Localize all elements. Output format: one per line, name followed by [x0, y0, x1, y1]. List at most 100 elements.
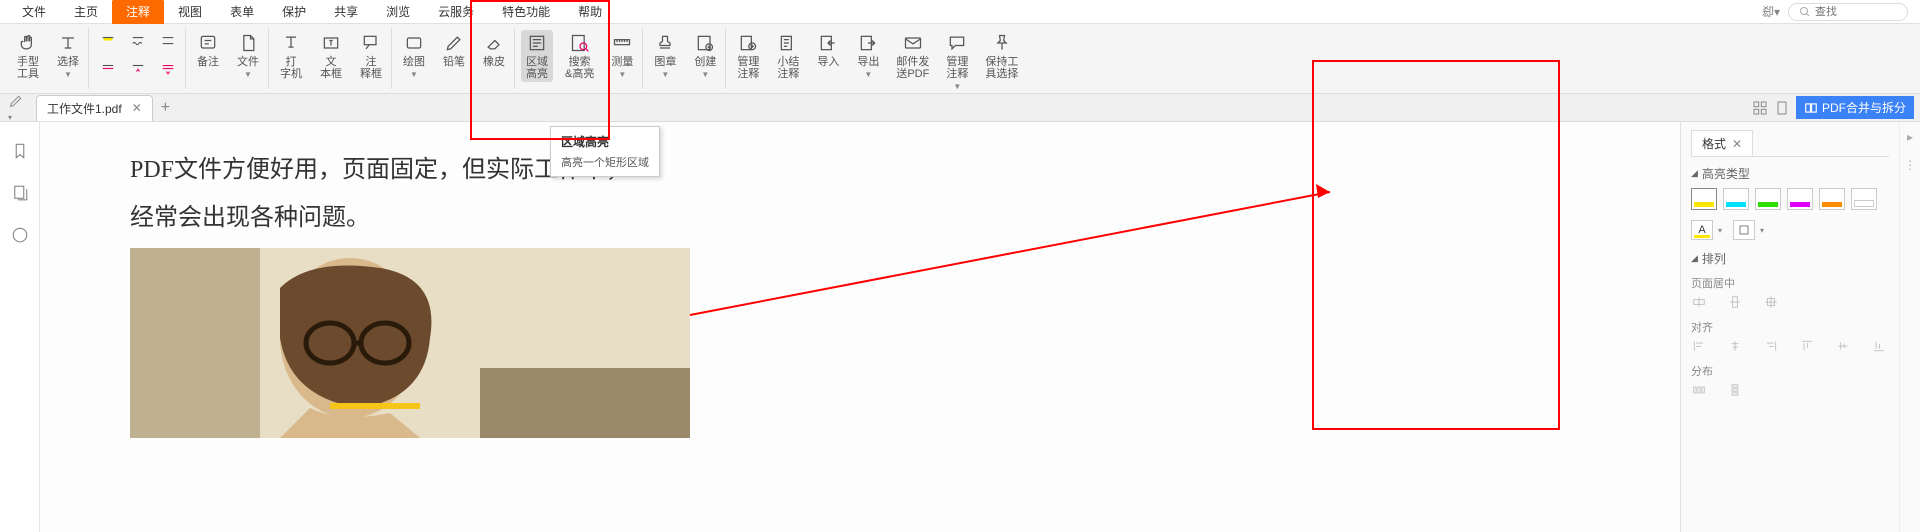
summary-notes-button[interactable]: 小结 注释	[772, 30, 804, 82]
callout-label: 注 释框	[360, 56, 382, 80]
textbox-button[interactable]: 文 本框	[315, 30, 347, 82]
format-tab[interactable]: 格式 ✕	[1691, 130, 1753, 156]
search-box[interactable]	[1788, 3, 1908, 21]
callout-icon	[360, 32, 382, 54]
mail-pdf-button[interactable]: 邮件发 送PDF	[892, 30, 933, 82]
import-button[interactable]: 导入	[812, 30, 844, 70]
swatch-magenta[interactable]	[1787, 188, 1813, 210]
language-icon[interactable]: 㕁▾	[1762, 3, 1780, 20]
callout-button[interactable]: 注 释框	[355, 30, 387, 82]
close-panel-icon[interactable]: ✕	[1732, 137, 1742, 151]
pages-icon[interactable]	[11, 184, 29, 202]
comment-icon[interactable]	[11, 226, 29, 244]
new-tab-button[interactable]: +	[161, 99, 170, 117]
center-v-icon[interactable]	[1727, 295, 1745, 311]
measure-button[interactable]: 测量▼	[606, 30, 638, 83]
manage-tools-label: 管理 注释	[946, 56, 968, 80]
draw-label: 绘图	[403, 56, 425, 68]
eraser-button[interactable]: 橡皮	[478, 30, 510, 70]
edit-mode-icon[interactable]: ▾	[8, 93, 28, 123]
pencil-icon	[443, 32, 465, 54]
panel-vertical-rail: ▸ ⋮	[1899, 122, 1920, 532]
swatch-yellow[interactable]	[1691, 188, 1717, 210]
eraser-icon	[483, 32, 505, 54]
tooltip-body: 高亮一个矩形区域	[561, 154, 649, 170]
swatch-cyan[interactable]	[1723, 188, 1749, 210]
squiggly-mini-button[interactable]	[125, 30, 151, 54]
highlight-mini-button[interactable]	[95, 30, 121, 54]
note-icon	[197, 32, 219, 54]
rectangle-icon	[403, 32, 425, 54]
hand-tool-button[interactable]: 手型 工具	[12, 30, 44, 82]
note-button[interactable]: 备注	[192, 30, 224, 70]
import-icon	[817, 32, 839, 54]
align-center-h-icon[interactable]	[1727, 339, 1745, 355]
align-left-icon[interactable]	[1691, 339, 1709, 355]
center-both-icon[interactable]	[1763, 295, 1781, 311]
menu-features[interactable]: 特色功能	[488, 0, 564, 24]
draw-button[interactable]: 绘图▼	[398, 30, 430, 83]
align-middle-icon[interactable]	[1835, 339, 1853, 355]
export-button[interactable]: 导出▼	[852, 30, 884, 83]
typewriter-button[interactable]: 打 字机	[275, 30, 307, 82]
document-image	[130, 248, 690, 438]
menu-annotate[interactable]: 注释	[112, 0, 164, 24]
typewriter-label: 打 字机	[280, 56, 302, 80]
underline-mini-button[interactable]	[155, 30, 181, 54]
manage-tools-button[interactable]: 管理 注释▼	[941, 30, 973, 95]
page-view-icon[interactable]	[1774, 100, 1790, 116]
distribute-h-icon[interactable]	[1691, 383, 1709, 399]
collapse-panel-icon[interactable]: ▸	[1907, 130, 1913, 144]
center-h-icon[interactable]	[1691, 295, 1709, 311]
menu-help[interactable]: 帮助	[564, 0, 616, 24]
create-button[interactable]: 创建▼	[689, 30, 721, 83]
create-label: 创建	[694, 56, 716, 68]
menu-share[interactable]: 共享	[320, 0, 372, 24]
mail-icon	[902, 32, 924, 54]
strikeout-mini-button[interactable]	[95, 58, 121, 82]
search-input[interactable]	[1815, 6, 1895, 18]
swatch-green[interactable]	[1755, 188, 1781, 210]
manage-notes-button[interactable]: 管理 注释	[732, 30, 764, 82]
pdf-merge-split-button[interactable]: PDF合并与拆分	[1796, 96, 1914, 119]
menu-cloud[interactable]: 云服务	[424, 0, 488, 24]
keep-tool-button[interactable]: 保持工 具选择	[981, 30, 1022, 82]
hand-icon	[17, 32, 39, 54]
grid-view-icon[interactable]	[1752, 100, 1768, 116]
close-tab-icon[interactable]: ✕	[132, 101, 142, 115]
distribute-v-icon[interactable]	[1727, 383, 1745, 399]
caret-mini-button[interactable]	[125, 58, 151, 82]
replace-mini-button[interactable]	[155, 58, 181, 82]
panel-menu-icon[interactable]: ⋮	[1904, 158, 1916, 172]
menu-form[interactable]: 表单	[216, 0, 268, 24]
menu-file[interactable]: 文件	[8, 0, 60, 24]
search-highlight-button[interactable]: 搜索 &高亮	[561, 30, 598, 82]
import-label: 导入	[817, 56, 839, 68]
fill-style[interactable]: ▾	[1733, 220, 1755, 240]
document-viewport[interactable]: 区域高亮 高亮一个矩形区域 PDF文件方便好用，页面固定，但实际工作中， 经常会…	[40, 122, 1680, 532]
merge-btn-label: PDF合并与拆分	[1822, 99, 1906, 116]
swatch-white[interactable]	[1851, 188, 1877, 210]
select-tool-button[interactable]: 选择▼	[52, 30, 84, 83]
stamp-button[interactable]: 图章▼	[649, 30, 681, 83]
menu-browse[interactable]: 浏览	[372, 0, 424, 24]
menu-home[interactable]: 主页	[60, 0, 112, 24]
document-page: PDF文件方便好用，页面固定，但实际工作中， 经常会出现各种问题。	[130, 152, 750, 438]
document-tab[interactable]: 工作文件1.pdf ✕	[36, 95, 153, 121]
manage-icon	[737, 32, 759, 54]
pencil-button[interactable]: 铅笔	[438, 30, 470, 70]
area-highlight-button[interactable]: 区域 高亮	[521, 30, 553, 82]
align-bottom-icon[interactable]	[1871, 339, 1889, 355]
menu-protect[interactable]: 保护	[268, 0, 320, 24]
align-right-icon[interactable]	[1763, 339, 1781, 355]
file-attach-button[interactable]: 文件▼	[232, 30, 264, 83]
swatch-orange[interactable]	[1819, 188, 1845, 210]
text-highlight-style[interactable]: A▾	[1691, 220, 1713, 240]
bookmark-icon[interactable]	[11, 142, 29, 160]
align-top-icon[interactable]	[1799, 339, 1817, 355]
menu-view[interactable]: 视图	[164, 0, 216, 24]
keep-tool-label: 保持工 具选择	[985, 56, 1018, 80]
document-tab-label: 工作文件1.pdf	[47, 100, 122, 117]
textbox-icon	[320, 32, 342, 54]
format-tab-label: 格式	[1702, 135, 1726, 152]
